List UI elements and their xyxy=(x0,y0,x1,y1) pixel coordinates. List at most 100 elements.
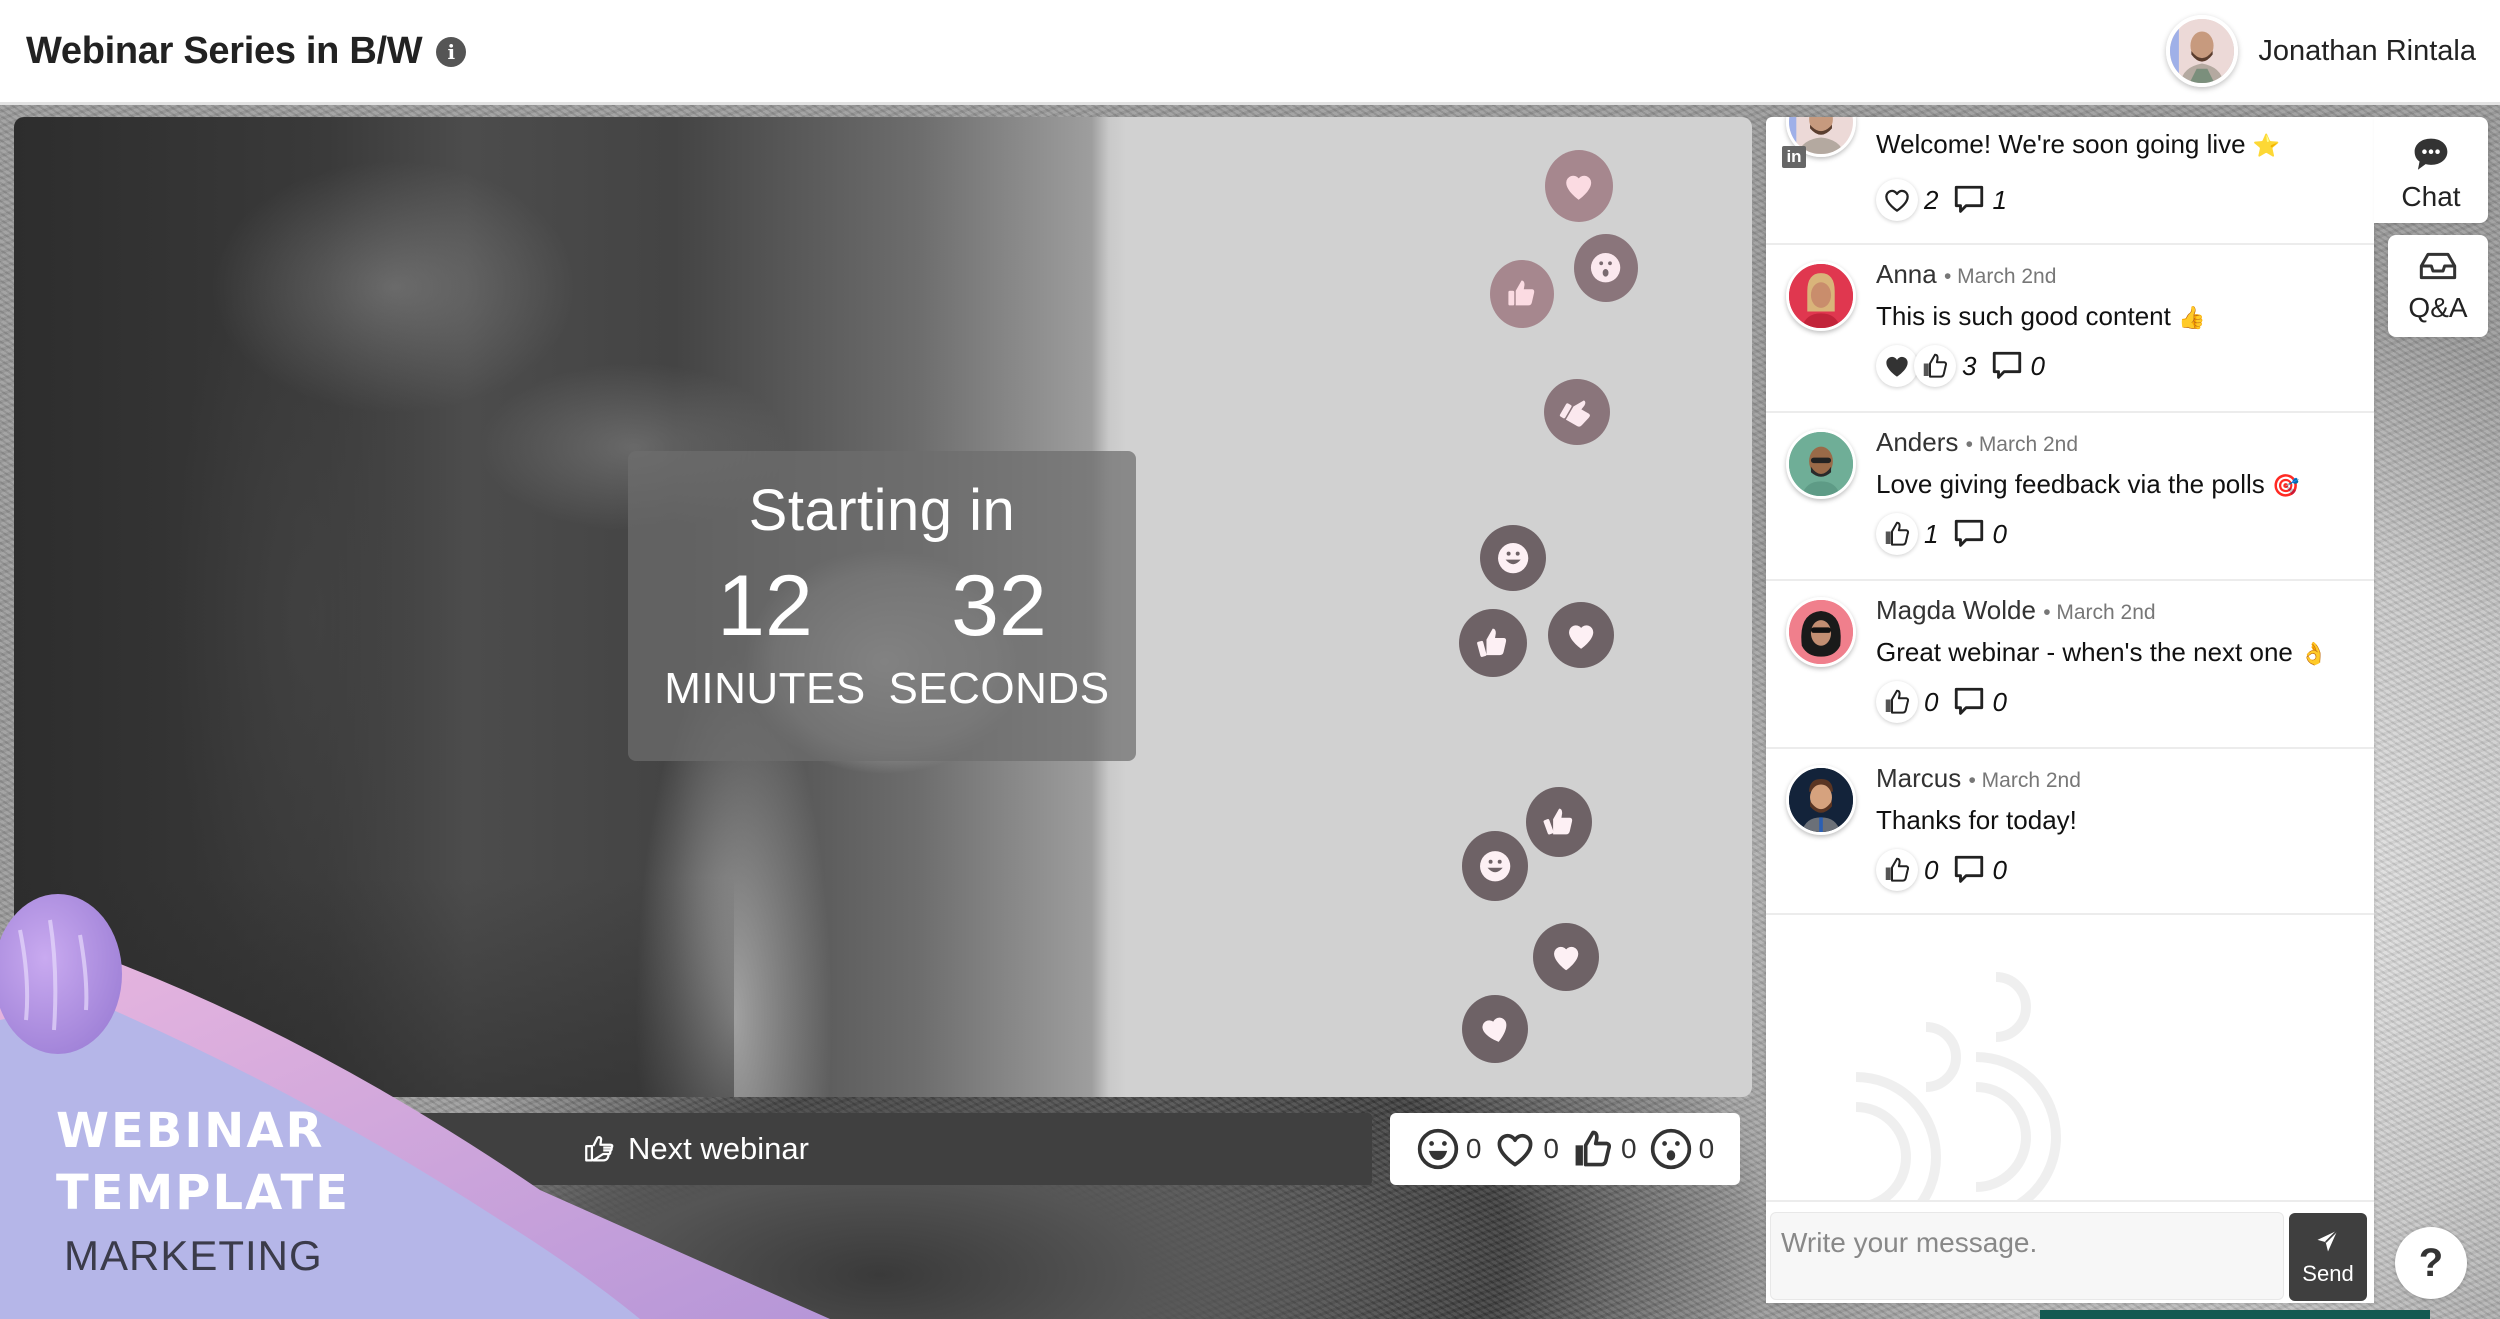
heart-reaction-button[interactable] xyxy=(1876,179,1918,221)
message-text: This is such good content 👍 xyxy=(1876,301,2205,332)
send-label: Send xyxy=(2302,1261,2354,1286)
floating-thumbs-up-icon xyxy=(1526,787,1592,857)
message-input[interactable] xyxy=(1770,1212,2284,1300)
tab-chat-label: Chat xyxy=(2401,181,2461,212)
message-date: March 2nd xyxy=(1957,265,2057,288)
reply-count: 0 xyxy=(1992,518,2007,549)
reaction-thumbs-up-count: 0 xyxy=(1621,1133,1637,1164)
page-title: Webinar Series in B/W xyxy=(26,29,423,72)
avatar-anna-icon xyxy=(1789,264,1853,328)
tab-chat[interactable]: Chat xyxy=(2374,117,2488,223)
message-avatar[interactable] xyxy=(1786,261,1856,331)
thumbs-up-reaction-button[interactable] xyxy=(1876,513,1918,555)
chat-message: Anders • March 2nd Love giving feedback … xyxy=(1766,413,2374,581)
thumbs-up-reaction-button[interactable] xyxy=(1876,849,1918,891)
reply-action[interactable]: 0 xyxy=(1952,517,2007,551)
floating-thumbs-up-icon xyxy=(1459,609,1527,677)
thumbs-up-reaction-button[interactable] xyxy=(1876,681,1918,723)
like-action[interactable]: 0 xyxy=(1876,849,1938,891)
message-text-body: Love giving feedback via the polls xyxy=(1876,469,2265,499)
chat-panel: Welcome! We're soon going live ⭐ 2 1 Ann… xyxy=(1766,117,2374,1303)
user-name[interactable]: Jonathan Rintala xyxy=(2258,35,2476,68)
message-actions: 0 0 xyxy=(1876,681,2007,723)
reaction-surprised-count: 0 xyxy=(1698,1133,1715,1164)
send-button[interactable]: Send xyxy=(2289,1213,2367,1301)
tab-qa[interactable]: Q&A xyxy=(2388,235,2488,337)
reply-action[interactable]: 0 xyxy=(1990,349,2045,383)
message-date: March 2nd xyxy=(1978,433,2079,456)
message-avatar[interactable] xyxy=(1786,597,1856,667)
countdown-seconds-label: SECONDS xyxy=(888,664,1110,713)
like-action[interactable]: 0 xyxy=(1876,681,1938,723)
reaction-thumbs-up[interactable]: 0 xyxy=(1571,1127,1637,1171)
countdown-timer: Starting in 12 MINUTES 32 SECONDS xyxy=(628,451,1136,761)
like-action[interactable]: 3 xyxy=(1876,345,1976,387)
reply-count: 0 xyxy=(1992,854,2007,885)
message-text: Love giving feedback via the polls 🎯 xyxy=(1876,469,2299,500)
message-author[interactable]: Magda Wolde xyxy=(1876,595,2036,625)
avatar-marcus-icon xyxy=(1789,768,1853,832)
reply-action[interactable]: 0 xyxy=(1952,685,2007,719)
reaction-laugh[interactable]: 0 xyxy=(1416,1127,1481,1171)
message-emoji: 👌 xyxy=(2300,642,2328,667)
info-icon[interactable]: i xyxy=(436,37,467,67)
laugh-icon xyxy=(1417,1128,1459,1170)
message-date: March 2nd xyxy=(1981,769,2081,792)
help-button[interactable]: ? xyxy=(2395,1227,2467,1299)
message-emoji: ⭐ xyxy=(2252,134,2281,159)
reply-action[interactable]: 0 xyxy=(1952,853,2007,887)
surprised-icon xyxy=(1650,1128,1691,1170)
countdown-seconds: 32 SECONDS xyxy=(888,558,1109,714)
reaction-count: 1 xyxy=(1924,518,1939,549)
floating-heart-icon xyxy=(1462,995,1528,1063)
reaction-heart[interactable]: 0 xyxy=(1493,1127,1559,1171)
thumbs-up-icon xyxy=(1885,857,1910,882)
reaction-count: 0 xyxy=(1924,686,1939,717)
floating-heart-icon xyxy=(1533,923,1599,991)
like-action[interactable]: 1 xyxy=(1876,513,1938,555)
reaction-count: 0 xyxy=(1924,854,1939,885)
floating-thumbs-up-icon xyxy=(1544,379,1610,445)
chat-message: Marcus • March 2nd Thanks for today! 0 0 xyxy=(1766,749,2374,915)
countdown-minutes: 12 MINUTES xyxy=(664,558,866,714)
message-avatar[interactable] xyxy=(1786,765,1856,835)
message-text: Welcome! We're soon going live ⭐ xyxy=(1876,129,2280,160)
user-avatar[interactable] xyxy=(2166,15,2239,87)
message-text-body: This is such good content xyxy=(1876,301,2171,331)
reaction-bar: 0 0 0 0 xyxy=(1390,1113,1740,1185)
floating-heart-icon xyxy=(1545,150,1613,222)
reply-action[interactable]: 1 xyxy=(1952,183,2007,217)
countdown-minutes-value: 12 xyxy=(717,558,813,654)
message-date-separator: • xyxy=(1968,769,1982,792)
message-author[interactable]: Anders xyxy=(1876,427,1958,457)
like-action[interactable]: 2 xyxy=(1876,179,1938,221)
teal-accent xyxy=(2040,1310,2430,1319)
thumbs-up-icon xyxy=(1885,521,1910,546)
thumbs-up-icon xyxy=(1885,689,1910,714)
user-portrait-icon xyxy=(2170,19,2235,83)
message-text-body: Great webinar - when's the next one xyxy=(1876,637,2293,667)
message-date-separator: • xyxy=(2043,601,2057,624)
countdown-title: Starting in xyxy=(748,478,1016,543)
heart-reaction-button[interactable] xyxy=(1876,345,1918,387)
message-date: March 2nd xyxy=(2056,601,2156,624)
reply-count: 1 xyxy=(1992,184,2007,215)
countdown-values: 12 MINUTES 32 SECONDS xyxy=(628,558,1136,714)
floating-heart-icon xyxy=(1548,602,1614,668)
linkedin-icon[interactable]: in xyxy=(1782,146,1806,168)
countdown-minutes-label: MINUTES xyxy=(664,664,866,713)
user-menu[interactable]: Jonathan Rintala xyxy=(2166,15,2476,87)
message-avatar[interactable] xyxy=(1786,429,1856,499)
reaction-count: 3 xyxy=(1962,350,1977,381)
message-text-body: Welcome! We're soon going live xyxy=(1876,129,2246,159)
comment-icon xyxy=(1955,185,1984,213)
message-actions: 1 0 xyxy=(1876,513,2007,555)
message-emoji: 👍 xyxy=(2178,306,2206,331)
heart-icon xyxy=(1498,1133,1533,1167)
comment-icon xyxy=(1993,351,2022,379)
reaction-surprised[interactable]: 0 xyxy=(1649,1127,1715,1171)
thumbs-up-reaction-button[interactable] xyxy=(1914,345,1956,387)
message-author[interactable]: Marcus xyxy=(1876,763,1961,793)
brand-title-line1: WEBINAR xyxy=(56,1103,325,1159)
message-author[interactable]: Anna xyxy=(1876,259,1937,289)
